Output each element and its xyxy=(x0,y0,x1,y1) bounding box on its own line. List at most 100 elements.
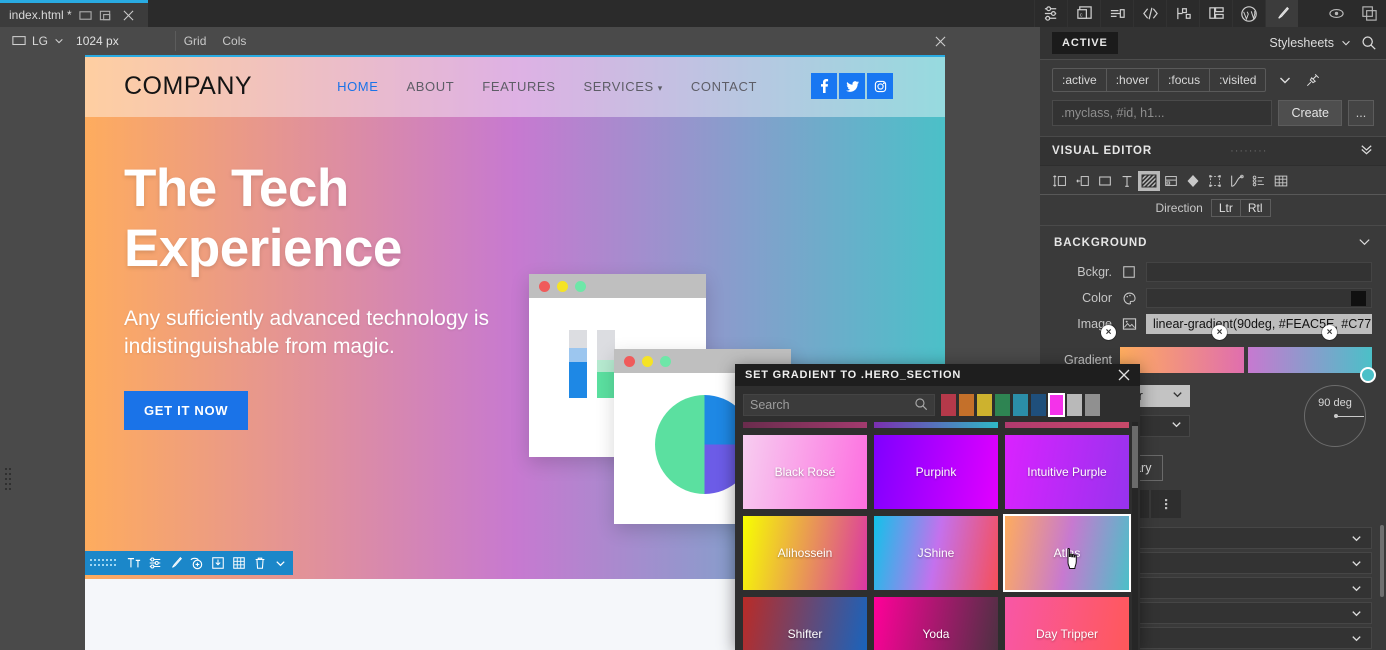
pin-icon[interactable] xyxy=(1304,71,1322,89)
trash-icon[interactable] xyxy=(249,551,270,575)
cols-toggle[interactable]: Cols xyxy=(214,34,254,48)
gradient-card-day-tripper[interactable]: Day Tripper xyxy=(1005,597,1129,650)
color-filter-magenta[interactable] xyxy=(1048,393,1065,417)
gradient-bars[interactable] xyxy=(1120,347,1372,373)
color-filter-lightgray[interactable] xyxy=(1067,394,1082,416)
twitter-icon[interactable] xyxy=(839,73,865,99)
wordpress-icon[interactable] xyxy=(1232,0,1265,27)
bckgr-input[interactable] xyxy=(1146,262,1372,282)
table-icon[interactable] xyxy=(1270,171,1292,191)
padding-icon[interactable] xyxy=(1072,171,1094,191)
gradient-stop-remove-1[interactable]: × xyxy=(1101,325,1116,340)
gradient-card-peek-1[interactable] xyxy=(743,422,867,428)
left-drag-handle[interactable] xyxy=(4,467,12,495)
image-value-input[interactable]: linear-gradient(90deg, #FEAC5E, #C779D xyxy=(1146,314,1372,334)
visual-editor-header[interactable]: VISUAL EDITOR ········ xyxy=(1040,136,1386,166)
duplicate-icon[interactable] xyxy=(1353,0,1386,27)
hero-cta-button[interactable]: GET IT NOW xyxy=(124,391,249,431)
components-icon[interactable]: c xyxy=(1067,0,1100,27)
eye-icon[interactable] xyxy=(1320,0,1353,27)
gradient-card-purpink[interactable]: Purpink xyxy=(874,435,998,509)
pseudo-active[interactable]: :active xyxy=(1053,69,1107,91)
transform-icon[interactable] xyxy=(1204,171,1226,191)
sliders-icon[interactable] xyxy=(1034,0,1067,27)
brush-icon[interactable] xyxy=(1265,0,1298,27)
gradient-card-jshine[interactable]: JShine xyxy=(874,516,998,590)
gradient-stop-remove-2[interactable]: × xyxy=(1212,325,1227,340)
chevron-double-down-icon[interactable] xyxy=(1359,142,1374,160)
dialog-scrollbar-thumb[interactable] xyxy=(1132,426,1138,488)
stylesheets-selector[interactable]: Stylesheets xyxy=(1269,36,1352,50)
gradient-card-peek-3[interactable] xyxy=(1005,422,1129,428)
add-circle-icon[interactable] xyxy=(186,551,207,575)
gradient-card-yoda[interactable]: Yoda xyxy=(874,597,998,650)
code-icon[interactable] xyxy=(1133,0,1166,27)
more-options-button[interactable]: ... xyxy=(1348,100,1374,126)
gradient-card-intuitive-purple[interactable]: Intuitive Purple xyxy=(1005,435,1129,509)
gradient-search-input[interactable]: Search xyxy=(743,394,935,416)
direction-rtl[interactable]: Rtl xyxy=(1241,200,1270,216)
gradient-card-peek-2[interactable] xyxy=(874,422,998,428)
square-icon[interactable] xyxy=(1120,263,1138,281)
color-filter-orange[interactable] xyxy=(959,394,974,416)
list-icon[interactable] xyxy=(1100,0,1133,27)
gradient-position-handle[interactable] xyxy=(1360,367,1376,383)
color-filter-gray[interactable] xyxy=(1085,394,1100,416)
spacing-icon[interactable] xyxy=(1050,171,1072,191)
settings-sliders-icon[interactable] xyxy=(144,551,165,575)
chevron-down-icon[interactable] xyxy=(270,551,291,575)
gradient-card-shifter[interactable]: Shifter xyxy=(743,597,867,650)
selector-input[interactable]: .myclass, #id, h1... xyxy=(1052,100,1273,126)
text-tool-icon[interactable] xyxy=(123,551,144,575)
color-input[interactable] xyxy=(1146,288,1372,308)
image-icon[interactable] xyxy=(1120,315,1138,333)
nav-link-home[interactable]: HOME xyxy=(337,79,378,94)
effects-icon[interactable] xyxy=(1182,171,1204,191)
grid-toggle[interactable]: Grid xyxy=(176,34,215,48)
split-view-icon[interactable] xyxy=(99,9,112,22)
search-icon[interactable] xyxy=(1352,35,1386,51)
color-filter-yellow[interactable] xyxy=(977,394,992,416)
background-icon[interactable] xyxy=(1138,171,1160,191)
gradient-card-black-rose[interactable]: Black Rosé xyxy=(743,435,867,509)
instagram-icon[interactable] xyxy=(867,73,893,99)
color-filter-blue[interactable] xyxy=(1031,394,1046,416)
nav-link-contact[interactable]: CONTACT xyxy=(691,79,757,94)
pseudo-hover[interactable]: :hover xyxy=(1107,69,1160,91)
puzzle-icon[interactable] xyxy=(1166,0,1199,27)
brush-icon[interactable] xyxy=(165,551,186,575)
nav-link-about[interactable]: ABOUT xyxy=(407,79,455,94)
color-filter-teal[interactable] xyxy=(1013,394,1028,416)
gradient-segment-2[interactable] xyxy=(1248,347,1372,373)
pseudo-focus[interactable]: :focus xyxy=(1159,69,1211,91)
save-icon[interactable] xyxy=(207,551,228,575)
transition-icon[interactable] xyxy=(1226,171,1248,191)
panel-scrollbar[interactable] xyxy=(1380,525,1384,597)
box-icon[interactable] xyxy=(1094,171,1116,191)
layout-icon[interactable] xyxy=(1160,171,1182,191)
color-filter-green[interactable] xyxy=(995,394,1010,416)
dot-2-icon[interactable] xyxy=(1150,489,1182,519)
grid-icon[interactable] xyxy=(228,551,249,575)
color-filter-red[interactable] xyxy=(941,394,956,416)
typography-icon[interactable] xyxy=(1116,171,1138,191)
grip-icon[interactable] xyxy=(85,551,123,575)
nav-link-services[interactable]: SERVICES ▾ xyxy=(583,79,662,94)
chevron-down-icon[interactable] xyxy=(1357,234,1372,252)
chevron-down-icon[interactable] xyxy=(1276,71,1294,89)
direction-ltr[interactable]: Ltr xyxy=(1212,200,1241,216)
palette-icon[interactable] xyxy=(1120,289,1138,307)
dialog-close-icon[interactable] xyxy=(1116,367,1132,383)
tab-close-icon[interactable] xyxy=(122,8,136,22)
create-button[interactable]: Create xyxy=(1278,100,1342,126)
file-tab-index-html[interactable]: index.html * xyxy=(0,3,148,27)
search-icon[interactable] xyxy=(914,397,928,414)
monitor-icon[interactable] xyxy=(79,9,92,22)
nav-link-features[interactable]: FEATURES xyxy=(482,79,555,94)
layers-icon[interactable] xyxy=(1199,0,1232,27)
canvas-close-icon[interactable] xyxy=(932,33,948,49)
active-tab[interactable]: ACTIVE xyxy=(1052,32,1118,54)
breakpoint-selector[interactable]: LG xyxy=(0,27,76,55)
angle-dial[interactable]: 90 deg xyxy=(1304,385,1366,447)
pseudo-visited[interactable]: :visited xyxy=(1210,69,1265,91)
